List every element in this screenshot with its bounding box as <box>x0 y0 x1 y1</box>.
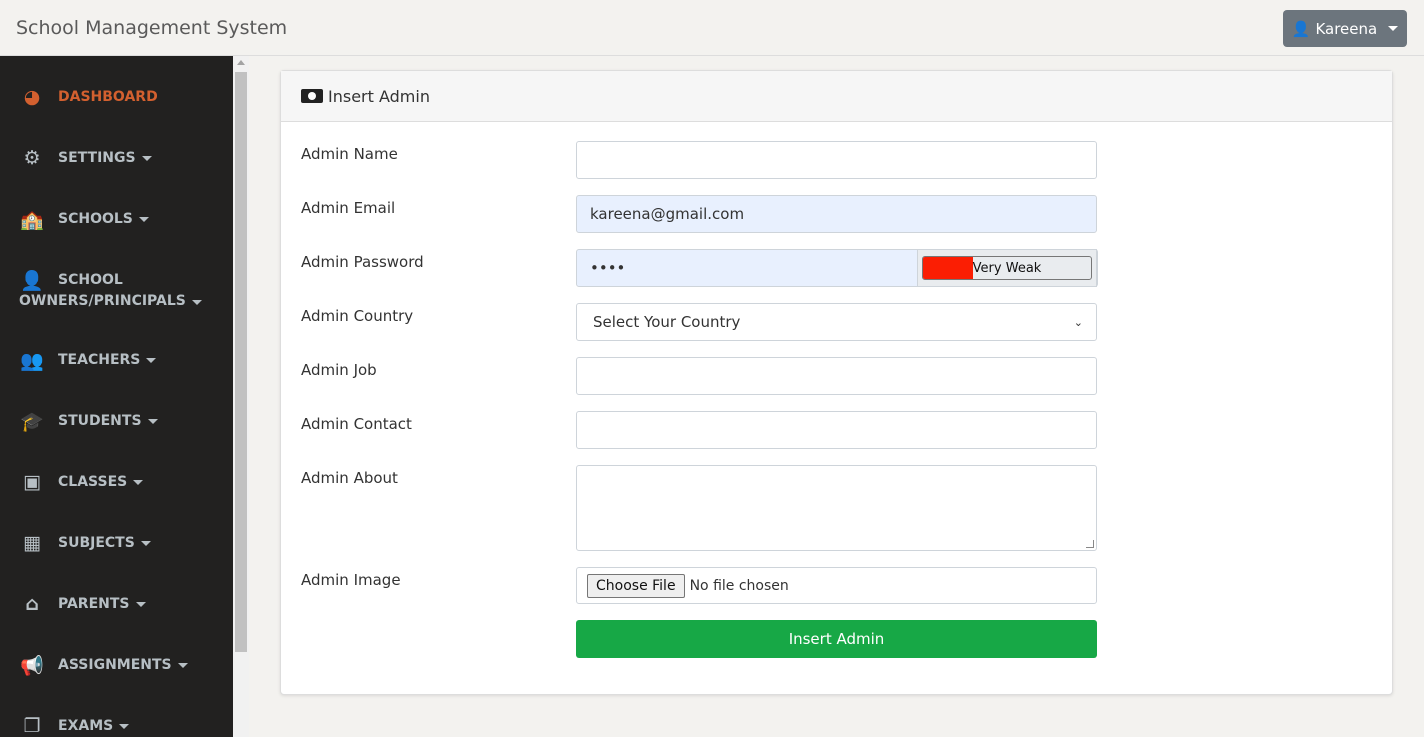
boxes-icon: ▦ <box>23 532 41 554</box>
sidebar-item-students[interactable]: 🎓 STUDENTS <box>19 410 158 433</box>
user-name: Kareena <box>1315 19 1378 38</box>
sidebar-item-schools[interactable]: 🏫 SCHOOLS <box>19 208 149 231</box>
strength-bar-fill <box>923 257 974 279</box>
admin-password-label: Admin Password <box>301 253 424 271</box>
sidebar-item-label: SETTINGS <box>58 150 136 166</box>
graduate-icon: 🎓 <box>20 410 44 433</box>
insert-admin-button[interactable]: Insert Admin <box>576 620 1097 658</box>
gear-icon: ⚙ <box>23 147 41 169</box>
caret-down-icon <box>141 155 152 161</box>
country-selected: Select Your Country <box>593 313 741 331</box>
admin-job-input[interactable] <box>576 357 1097 395</box>
password-strength-meter: Very Weak <box>917 249 1097 287</box>
caret-down-icon <box>191 300 202 305</box>
card-title: Insert Admin <box>328 86 430 106</box>
caret-down-icon <box>140 540 151 546</box>
insert-admin-card: Insert Admin Admin Name Admin Email kare… <box>280 70 1393 695</box>
app-title[interactable]: School Management System <box>16 17 287 39</box>
choose-file-button[interactable]: Choose File <box>587 573 685 598</box>
caret-down-icon <box>133 479 144 485</box>
resize-handle-icon[interactable] <box>1086 540 1094 548</box>
password-value: •••• <box>590 259 626 277</box>
scroll-up-icon[interactable] <box>237 60 245 65</box>
sidebar-item-label: SUBJECTS <box>58 535 135 551</box>
sidebar-item-dashboard[interactable]: ◕ DASHBOARD <box>19 86 158 108</box>
top-navbar: School Management System 👤 Kareena <box>0 0 1424 56</box>
sidebar-item-exams[interactable]: ❐ EXAMS <box>19 715 130 737</box>
user-icon: 👤 <box>1291 19 1311 38</box>
bullhorn-icon: 📢 <box>20 654 44 677</box>
caret-down-icon <box>138 216 149 222</box>
tachometer-icon: ◕ <box>23 86 41 108</box>
sidebar-item-label: DASHBOARD <box>58 89 158 105</box>
admin-email-input[interactable]: kareena@gmail.com <box>576 195 1097 233</box>
sidebar-item-label: EXAMS <box>58 718 114 734</box>
sidebar-item-subjects[interactable]: ▦ SUBJECTS <box>19 532 151 554</box>
sidebar-item-label: SCHOOL <box>58 272 123 288</box>
label-line-2: OWNERS/PRINCIPALS <box>19 293 186 309</box>
money-bill-icon <box>301 89 323 103</box>
sidebar-item-classes[interactable]: ▣ CLASSES <box>19 471 144 493</box>
admin-contact-input[interactable] <box>576 411 1097 449</box>
admin-about-label: Admin About <box>301 469 398 487</box>
admin-job-label: Admin Job <box>301 361 377 379</box>
caret-down-icon <box>177 662 188 668</box>
admin-image-input[interactable]: Choose File No file chosen <box>576 567 1097 604</box>
sidebar: ◕ DASHBOARD ⚙ SETTINGS 🏫 SCHOOLS 👤 SCHOOL OWNERS… <box>0 56 233 737</box>
sidebar-item-label-2: OWNERS/PRINCIPALS <box>19 293 219 309</box>
sidebar-item-label: SCHOOLS <box>58 211 133 227</box>
strength-bar: Very Weak <box>922 256 1092 280</box>
chevron-down-icon: ⌄ <box>1073 315 1083 329</box>
sidebar-item-assignments[interactable]: 📢 ASSIGNMENTS <box>19 654 188 677</box>
sidebar-item-label: CLASSES <box>58 474 128 490</box>
sidebar-item-teachers[interactable]: 👥 TEACHERS <box>19 349 157 372</box>
admin-country-label: Admin Country <box>301 307 414 325</box>
admin-about-textarea[interactable] <box>576 465 1097 551</box>
classroom-icon: ▣ <box>23 471 41 493</box>
caret-down-icon <box>147 418 158 424</box>
sidebar-item-label: PARENTS <box>58 596 130 612</box>
house-user-icon: ⌂ <box>25 593 39 615</box>
scrollbar-thumb[interactable] <box>235 72 247 652</box>
admin-name-input[interactable] <box>576 141 1097 179</box>
strength-label: Very Weak <box>972 260 1042 276</box>
admin-contact-label: Admin Contact <box>301 415 412 433</box>
card-header: Insert Admin <box>281 71 1392 122</box>
school-icon: 🏫 <box>20 208 44 231</box>
admin-password-input[interactable]: •••• Very Weak <box>576 249 1098 287</box>
caret-down-icon <box>119 723 130 729</box>
sidebar-item-parents[interactable]: ⌂ PARENTS <box>19 593 146 615</box>
admin-name-label: Admin Name <box>301 145 398 163</box>
sidebar-item-school[interactable]: 👤 SCHOOL OWNERS/PRINCIPALS <box>19 269 219 309</box>
user-menu-button[interactable]: 👤 Kareena <box>1283 10 1407 47</box>
caret-down-icon <box>1388 26 1399 31</box>
sidebar-item-label: STUDENTS <box>58 413 142 429</box>
sidebar-scrollbar[interactable] <box>233 56 249 737</box>
file-status: No file chosen <box>689 577 789 594</box>
admin-email-label: Admin Email <box>301 199 396 217</box>
copy-icon: ❐ <box>23 715 41 737</box>
sidebar-item-label: TEACHERS <box>58 352 141 368</box>
chalkboard-teacher-icon: 👤 <box>20 269 44 292</box>
sidebar-item-settings[interactable]: ⚙ SETTINGS <box>19 147 152 169</box>
caret-down-icon <box>146 357 157 363</box>
admin-country-select[interactable]: Select Your Country ⌄ <box>576 303 1097 341</box>
caret-down-icon <box>135 601 146 607</box>
users-icon: 👥 <box>20 349 44 372</box>
sidebar-item-label: ASSIGNMENTS <box>58 657 172 673</box>
admin-image-label: Admin Image <box>301 571 401 589</box>
